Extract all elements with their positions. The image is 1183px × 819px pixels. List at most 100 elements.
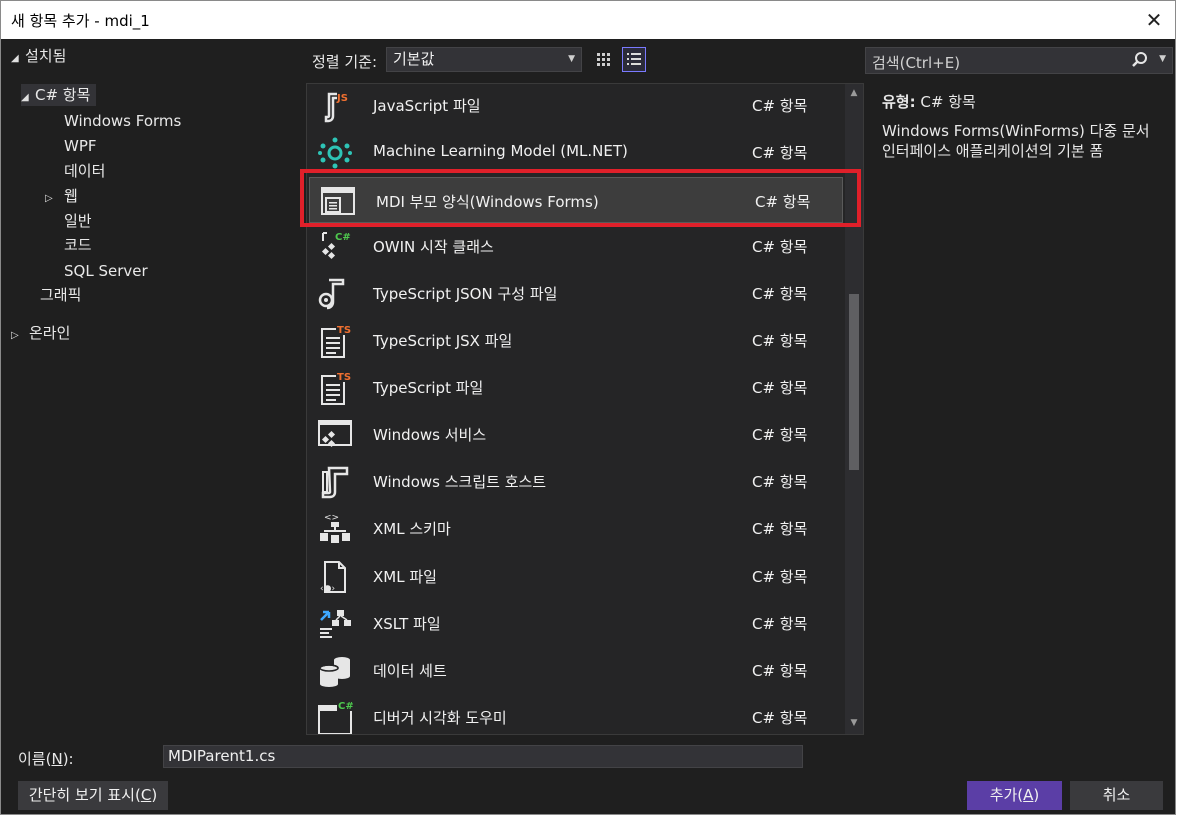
tree-item-windows-forms[interactable]: Windows Forms xyxy=(64,110,181,132)
window-title: 새 항목 추가 - mdi_1 xyxy=(11,12,150,30)
template-row[interactable]: Windows 스크립트 호스트 C# 항목 xyxy=(307,458,843,505)
sort-value: 기본값 xyxy=(393,50,435,68)
javascript-file-icon: JS xyxy=(317,88,353,124)
tree-item-installed[interactable]: ◢ 설치됨 xyxy=(11,45,66,67)
template-category: C# 항목 xyxy=(752,238,808,257)
name-label-text: 이름( xyxy=(18,750,52,768)
search-box[interactable]: 검색(Ctrl+E) ▼ xyxy=(865,47,1173,74)
template-category: C# 항목 xyxy=(755,192,811,211)
template-name: TypeScript JSON 구성 파일 xyxy=(373,285,558,304)
template-category: C# 항목 xyxy=(752,97,808,115)
template-category: C# 항목 xyxy=(752,379,808,398)
template-row[interactable]: 데이터 세트 C# 항목 xyxy=(307,647,843,694)
xml-schema-icon: <> xyxy=(317,511,353,547)
template-name: JavaScript 파일 xyxy=(373,97,481,115)
tree-item-wpf[interactable]: WPF xyxy=(64,135,97,157)
template-name: XSLT 파일 xyxy=(373,614,441,633)
vertical-scrollbar[interactable]: ▲ ▼ xyxy=(845,84,863,734)
list-view-icon xyxy=(627,53,641,65)
small-icons-view-button[interactable] xyxy=(592,47,616,72)
template-name: TypeScript JSX 파일 xyxy=(373,332,513,351)
add-label-end: ) xyxy=(1033,786,1040,804)
name-label-end: ): xyxy=(62,750,74,768)
title-bar: 새 항목 추가 - mdi_1 ✕ xyxy=(1,1,1175,39)
template-category: C# 항목 xyxy=(752,473,808,492)
template-name: Machine Learning Model (ML.NET) xyxy=(373,142,628,161)
tree-label: 온라인 xyxy=(29,324,71,342)
template-name: MDI 부모 양식(Windows Forms) xyxy=(376,192,599,211)
template-category: C# 항목 xyxy=(752,426,808,445)
search-icon[interactable] xyxy=(1130,50,1150,70)
item-description: Windows Forms(WinForms) 다중 문서 인터페이스 애플리케… xyxy=(882,122,1150,160)
add-accesskey: A xyxy=(1023,786,1034,804)
cancel-button[interactable]: 취소 xyxy=(1070,781,1163,810)
template-row[interactable]: ‹●› XML 파일 C# 항목 xyxy=(307,553,843,600)
tree-label: 설치됨 xyxy=(25,47,67,65)
tree-label: 데이터 xyxy=(64,162,106,180)
tsx-file-icon: TS xyxy=(317,323,353,359)
type-label: 유형: xyxy=(882,93,916,111)
collapsed-triangle-icon[interactable]: ▷ xyxy=(45,188,64,210)
tree-item-csharp[interactable]: ◢ C# 항목 xyxy=(21,84,97,109)
item-type-line: 유형: C# 항목 xyxy=(882,91,976,112)
expanded-triangle-icon[interactable]: ◢ xyxy=(21,87,35,109)
compact-label-end: ) xyxy=(151,786,158,804)
sort-toolbar: 정렬 기준: 기본값 ▼ xyxy=(306,39,864,83)
mdi-form-icon xyxy=(320,184,356,220)
tree-item-sql-server[interactable]: SQL Server xyxy=(64,260,148,282)
template-row[interactable]: XSLT 파일 C# 항목 xyxy=(307,600,843,647)
list-view-button[interactable] xyxy=(622,47,646,72)
template-row[interactable]: C# 디버거 시각화 도우미 C# 항목 xyxy=(307,694,843,734)
tree-label: 코드 xyxy=(64,236,92,254)
template-row[interactable]: TS TypeScript 파일 C# 항목 xyxy=(307,364,843,411)
tree-item-general[interactable]: 일반 xyxy=(64,210,92,232)
template-row[interactable]: Windows 서비스 C# 항목 xyxy=(307,411,843,458)
tree-item-web[interactable]: ▷ 웹 xyxy=(45,185,78,207)
template-category: C# 항목 xyxy=(752,144,808,163)
dataset-icon xyxy=(317,653,353,689)
compact-view-button[interactable]: 간단히 보기 표시(C) xyxy=(18,781,168,810)
owin-class-icon: C# xyxy=(317,229,353,265)
template-name: 데이터 세트 xyxy=(373,661,447,680)
expanded-triangle-icon[interactable]: ◢ xyxy=(11,48,25,70)
template-category: C# 항목 xyxy=(752,614,808,633)
template-row[interactable]: MDI 부모 양식(Windows Forms) C# 항목 xyxy=(309,176,843,223)
scroll-up-arrow-icon[interactable]: ▲ xyxy=(848,88,860,100)
tree-label: Windows Forms xyxy=(64,112,182,130)
debugger-visualizer-icon: C# xyxy=(317,699,354,734)
template-list: JS JavaScript 파일 C# 항목 Machine Learning Mod… xyxy=(306,83,864,735)
sort-dropdown[interactable]: 기본값 ▼ xyxy=(386,47,582,72)
template-row[interactable]: JS JavaScript 파일 C# 항목 xyxy=(307,84,843,129)
tree-label: C# 항목 xyxy=(35,86,91,104)
template-row[interactable]: <> XML 스키마 C# 항목 xyxy=(307,505,843,552)
name-input[interactable]: MDIParent1.cs xyxy=(163,745,803,768)
template-row[interactable]: C# OWIN 시작 클래스 C# 항목 xyxy=(307,223,843,270)
template-row[interactable]: TypeScript JSON 구성 파일 C# 항목 xyxy=(307,270,843,317)
tree-item-data[interactable]: 데이터 xyxy=(64,160,105,182)
scrollbar-thumb[interactable] xyxy=(849,294,859,470)
tree-item-online[interactable]: ▷ 온라인 xyxy=(11,322,70,344)
tree-label: WPF xyxy=(64,137,97,155)
template-row[interactable]: TS TypeScript JSX 파일 C# 항목 xyxy=(307,317,843,364)
template-name: 디버거 시각화 도우미 xyxy=(373,708,507,727)
svg-text:C#: C# xyxy=(335,232,351,243)
name-label-accesskey: N xyxy=(51,750,63,768)
template-name: OWIN 시작 클래스 xyxy=(373,238,494,257)
xslt-file-icon xyxy=(317,606,353,642)
add-button[interactable]: 추가(A) xyxy=(967,781,1062,810)
template-row[interactable]: Machine Learning Model (ML.NET) C# 항목 xyxy=(307,129,843,176)
ts-file-icon: TS xyxy=(317,370,353,406)
template-name: XML 파일 xyxy=(373,567,437,586)
grid-view-icon xyxy=(597,53,610,66)
svg-text:TS: TS xyxy=(337,372,351,383)
tree-item-graphics[interactable]: 그래픽 xyxy=(40,284,81,306)
template-category: C# 항목 xyxy=(752,285,808,304)
scroll-down-arrow-icon[interactable]: ▼ xyxy=(848,718,860,730)
close-icon[interactable]: ✕ xyxy=(1139,5,1169,35)
search-options-chevron-icon[interactable]: ▼ xyxy=(1159,54,1166,64)
collapsed-triangle-icon[interactable]: ▷ xyxy=(11,325,29,347)
template-name: Windows 서비스 xyxy=(373,426,487,445)
svg-text:JS: JS xyxy=(336,93,348,104)
category-tree: ◢ 설치됨 ◢ C# 항목 Windows Forms WPF 데이터 ▷ 웹 일반 … xyxy=(1,39,305,736)
tree-item-code[interactable]: 코드 xyxy=(64,234,92,256)
